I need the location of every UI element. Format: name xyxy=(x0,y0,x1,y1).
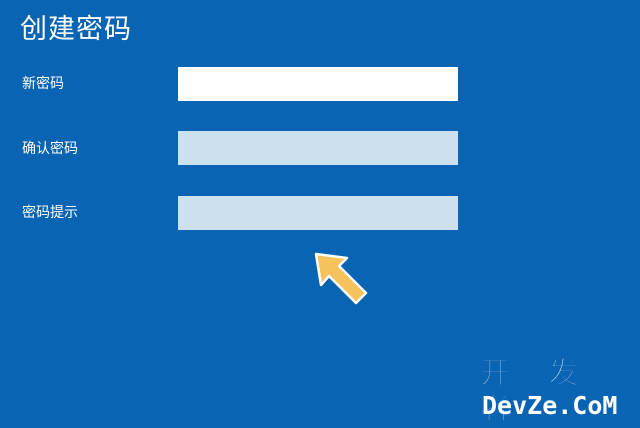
confirm-password-field[interactable] xyxy=(178,131,458,165)
confirm-password-label: 确认密码 xyxy=(22,141,78,157)
watermark: 开 发 者 DevZe.CoM xyxy=(480,356,630,428)
new-password-field[interactable] xyxy=(178,67,458,101)
new-password-label: 新密码 xyxy=(22,76,64,92)
page-title: 创建密码 xyxy=(20,14,132,45)
arrow-pointer-icon xyxy=(314,252,368,305)
password-hint-field[interactable] xyxy=(178,196,458,230)
watermark-site-text: DevZe.CoM xyxy=(482,391,618,420)
password-hint-label: 密码提示 xyxy=(22,205,78,221)
